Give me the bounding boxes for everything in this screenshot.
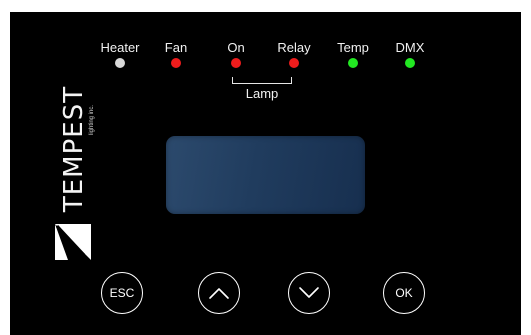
ok-button[interactable]: OK: [383, 272, 425, 314]
brand-mark-icon: [54, 223, 92, 261]
relay-label: Relay: [277, 40, 311, 55]
temp-label: Temp: [337, 40, 369, 55]
up-button[interactable]: [198, 272, 240, 314]
chevron-up-icon: [209, 288, 229, 299]
esc-button-label: ESC: [109, 286, 135, 300]
lamp-group-bracket: [232, 77, 292, 84]
temp-led: [348, 58, 358, 68]
lcd-display: [166, 136, 365, 214]
brand-logo-subtext: lighting inc.: [89, 104, 95, 136]
ok-button-label: OK: [395, 286, 413, 300]
lamp-on-label: On: [227, 40, 245, 55]
heater-led: [115, 58, 125, 68]
brand-logo-text: TEMPEST: [59, 85, 89, 213]
dmx-led: [405, 58, 415, 68]
down-button[interactable]: [288, 272, 330, 314]
relay-led: [289, 58, 299, 68]
heater-label: Heater: [100, 40, 140, 55]
esc-button[interactable]: ESC: [101, 272, 143, 314]
fan-label: Fan: [164, 40, 188, 55]
dmx-label: DMX: [395, 40, 425, 55]
fan-led: [171, 58, 181, 68]
lamp-on-led: [231, 58, 241, 68]
lamp-group-label: Lamp: [245, 86, 279, 101]
chevron-down-icon: [299, 287, 319, 298]
